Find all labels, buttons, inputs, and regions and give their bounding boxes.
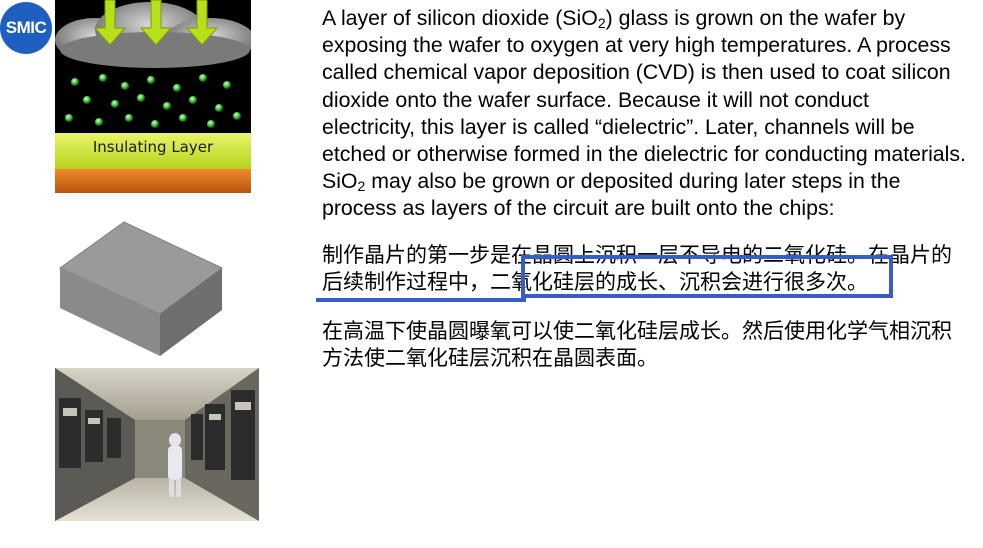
wafer-block-graphic	[59, 221, 223, 356]
paragraph-en-part1: A layer of silicon dioxide (SiO	[322, 6, 598, 30]
logo-text: SMIC	[5, 18, 47, 37]
cvd-illustration: Insulating Layer	[55, 0, 251, 193]
highlight-box	[521, 255, 893, 298]
cvd-illustration-graphic	[55, 0, 251, 193]
main-text-column: A layer of silicon dioxide (SiO2) glass …	[322, 5, 967, 372]
smic-logo: SMIC	[0, 2, 52, 54]
paragraph-en-part2: ) glass is grown on the wafer by exposin…	[322, 6, 966, 194]
paragraph-chinese-2: 在高温下使晶圆曝氧可以使二氧化硅层成长。然后使用化学气相沉积方法使二氧化硅层沉积…	[322, 318, 952, 370]
paragraph-english: A layer of silicon dioxide (SiO2) glass …	[322, 5, 967, 223]
wafer-block-image	[52, 218, 228, 360]
insulating-layer-label: Insulating Layer	[92, 138, 214, 156]
paragraph-en-part3: may also be grown or deposited during la…	[322, 169, 901, 221]
subscript-2: 2	[597, 15, 606, 31]
highlight-underline	[316, 298, 526, 302]
fab-cleanroom-photo	[55, 368, 259, 521]
fab-photo-graphic	[55, 368, 259, 521]
